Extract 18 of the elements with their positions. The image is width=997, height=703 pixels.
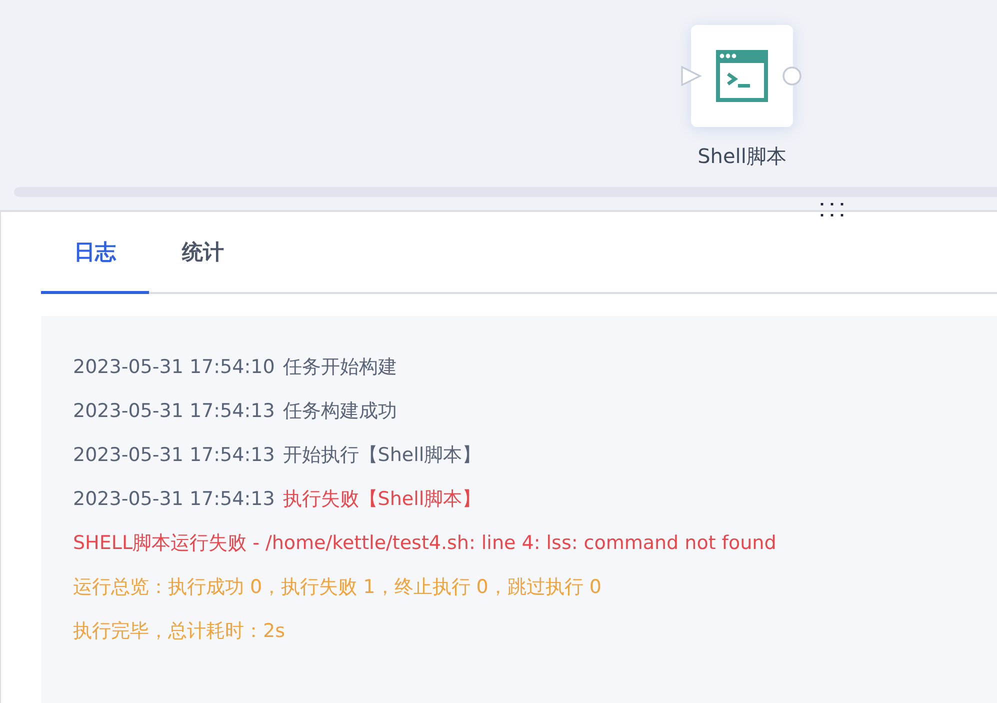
terminal-icon [716, 50, 768, 102]
log-message: 任务开始构建 [282, 355, 397, 380]
log-message: 执行失败【Shell脚本】 [282, 487, 482, 512]
log-message: 任务构建成功 [282, 399, 397, 424]
log-message: 开始执行【Shell脚本】 [282, 443, 482, 468]
log-message: 执行完毕，总计耗时：2s [73, 619, 285, 644]
log-timestamp: 2023-05-31 17:54:13 [73, 487, 275, 512]
tab[interactable]: 日志 [41, 212, 149, 294]
shell-node[interactable] [691, 25, 793, 127]
log-message: SHELL脚本运行失败 - /home/kettle/test4.sh: line 4: lss: command not found [73, 531, 776, 556]
log-message: 运行总览：执行成功 0，执行失败 1，终止执行 0，跳过执行 0 [73, 575, 602, 600]
tab[interactable]: 统计 [149, 212, 257, 294]
input-port-icon[interactable] [680, 65, 702, 87]
output-port-icon[interactable] [782, 66, 802, 86]
log-timestamp: 2023-05-31 17:54:13 [73, 399, 275, 424]
log-timestamp: 2023-05-31 17:54:10 [73, 355, 275, 380]
node-label: Shell脚本 [696, 143, 788, 170]
log-timestamp: 2023-05-31 17:54:13 [73, 443, 275, 468]
